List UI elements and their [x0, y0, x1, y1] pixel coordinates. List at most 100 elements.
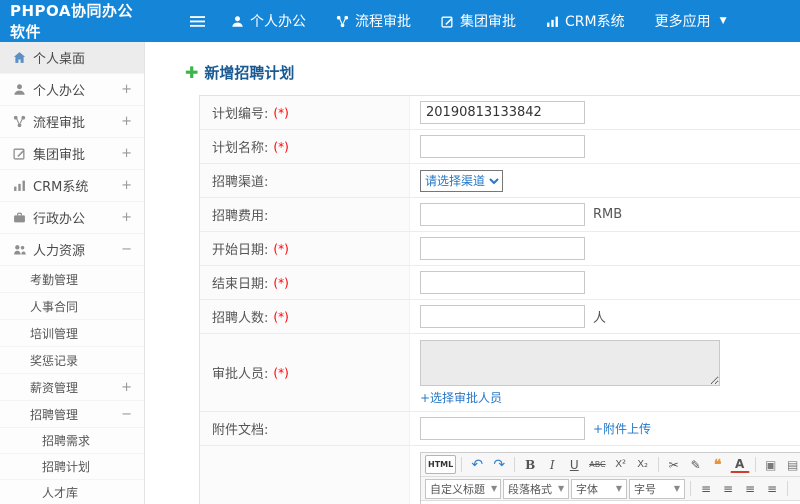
cost-input[interactable] [420, 203, 585, 226]
nav-label: 个人办公 [250, 14, 306, 30]
expand-toggle[interactable]: + [121, 380, 132, 395]
expand-toggle[interactable]: + [121, 210, 132, 225]
channel-select[interactable]: 请选择渠道 [420, 169, 503, 192]
hamburger-icon [190, 15, 205, 27]
form-row-headcount: 招聘人数: (*) 人 [200, 300, 800, 334]
font-color-button[interactable]: A [729, 456, 750, 473]
sidebar-item-label: 人才库 [42, 486, 79, 500]
table-button[interactable]: ▤ [783, 455, 800, 474]
toolbar-separator [657, 457, 659, 472]
attachment-input[interactable] [420, 417, 585, 440]
sidebar-item-recruit-demand[interactable]: 招聘需求 [0, 428, 144, 454]
select-label: 字号 [634, 482, 656, 496]
sidebar-item-label: 招聘管理 [30, 407, 79, 422]
outdent-button[interactable]: « [793, 479, 800, 498]
nav-workflow-approval[interactable]: 流程审批 [336, 11, 411, 31]
font-size-select[interactable]: 字号 ▼ [629, 478, 685, 499]
sidebar-item-personal-office[interactable]: 个人办公 + [0, 74, 144, 106]
plan-number-input[interactable] [420, 101, 585, 124]
strikethrough-button[interactable]: ABC [586, 455, 608, 474]
required-marker: (*) [273, 365, 289, 380]
sidebar-item-admin-office[interactable]: 行政办公 + [0, 202, 144, 234]
expand-toggle[interactable]: + [121, 178, 132, 193]
menu-icon[interactable] [190, 15, 205, 28]
briefcase-icon [13, 211, 26, 224]
superscript-button[interactable]: X² [611, 455, 631, 474]
select-approver-link[interactable]: +选择审批人员 [420, 389, 502, 406]
heading-style-select[interactable]: 自定义标题 ▼ [425, 478, 501, 499]
nav-group-approval[interactable]: 集团审批 [441, 11, 516, 31]
align-left-button[interactable]: ≡ [696, 479, 716, 498]
sidebar-item-group-approval[interactable]: 集团审批 + [0, 138, 144, 170]
sidebar-item-workflow-approval[interactable]: 流程审批 + [0, 106, 144, 138]
subscript-button[interactable]: X₂ [633, 455, 653, 474]
sidebar-item-recruit-management[interactable]: 招聘管理 − [0, 401, 144, 428]
expand-toggle[interactable]: + [121, 82, 132, 97]
field-value-cell: HTML ↶ ↷ B I U ABC X² X₂ ✂ ✎ ❝ A ▣ ▤ 自定义… [410, 446, 800, 504]
field-label: 招聘渠道: [212, 175, 269, 190]
home-icon [13, 51, 26, 64]
html-source-button[interactable]: HTML [425, 455, 457, 474]
nav-label: 集团审批 [460, 14, 516, 30]
rich-text-editor: HTML ↶ ↷ B I U ABC X² X₂ ✂ ✎ ❝ A ▣ ▤ 自定义… [420, 452, 800, 504]
nav-label: 更多应用 [654, 14, 711, 30]
sidebar-item-reward-punishment[interactable]: 奖惩记录 [0, 347, 144, 374]
sidebar: 个人桌面 个人办公 + 流程审批 + 集团审批 + CRM系统 + 行政办公 +… [0, 42, 145, 504]
italic-button[interactable]: I [542, 455, 562, 474]
top-navbar: PHPOA协同办公软件 个人办公 流程审批 集团审批 CRM系统 更多应用 ▼ [0, 0, 800, 42]
field-label-cell: 开始日期: (*) [200, 232, 410, 265]
nav-label: 流程审批 [355, 14, 411, 30]
sidebar-item-label: 薪资管理 [30, 380, 79, 395]
chart-icon [546, 15, 559, 28]
plan-name-input[interactable] [420, 135, 585, 158]
required-marker: (*) [273, 241, 289, 256]
sidebar-item-talent-pool[interactable]: 人才库 [0, 480, 144, 504]
nav-more-apps[interactable]: 更多应用 ▼ [655, 11, 727, 31]
approver-textarea[interactable] [420, 340, 720, 386]
nav-crm-system[interactable]: CRM系统 [546, 11, 625, 31]
underline-button[interactable]: U [564, 455, 584, 474]
font-family-select[interactable]: 字体 ▼ [571, 478, 627, 499]
sidebar-item-hr[interactable]: 人力资源 − [0, 234, 144, 266]
field-value-cell [410, 96, 800, 129]
workflow-icon [13, 115, 26, 128]
user-icon [13, 83, 26, 96]
sidebar-item-salary[interactable]: 薪资管理 + [0, 374, 144, 401]
edit-icon [13, 147, 26, 160]
start-date-input[interactable] [420, 237, 585, 260]
recruit-plan-form: 计划编号: (*) 计划名称: (*) 招聘渠道: [199, 95, 800, 504]
redo-button[interactable]: ↷ [489, 455, 509, 474]
expand-toggle[interactable]: + [121, 114, 132, 129]
cut-button[interactable]: ✂ [664, 455, 684, 474]
field-label: 招聘人数: [212, 311, 269, 326]
bold-button[interactable]: B [520, 455, 540, 474]
format-brush-button[interactable]: ✎ [686, 455, 706, 474]
form-row-attachment: 附件文档: +附件上传 [200, 412, 800, 446]
collapse-toggle[interactable]: − [121, 407, 132, 422]
sidebar-item-attendance[interactable]: 考勤管理 [0, 266, 144, 293]
align-center-button[interactable]: ≡ [718, 479, 738, 498]
form-row-approvers: 审批人员: (*) +选择审批人员 [200, 334, 800, 412]
editor-toolbar-row2: 自定义标题 ▼ 段落格式 ▼ 字体 ▼ 字号 ▼ ≡ ≡ ≡ ≡ [421, 477, 800, 501]
nav-personal-office[interactable]: 个人办公 [231, 11, 306, 31]
sidebar-item-hr-contract[interactable]: 人事合同 [0, 293, 144, 320]
undo-button[interactable]: ↶ [467, 455, 487, 474]
paragraph-format-select[interactable]: 段落格式 ▼ [503, 478, 569, 499]
field-value-cell: 人 [410, 300, 800, 333]
align-right-button[interactable]: ≡ [740, 479, 760, 498]
main-content: ✚ 新增招聘计划 计划编号: (*) 计划名称: (*) [145, 42, 800, 504]
blockquote-button[interactable]: ❝ [708, 455, 728, 474]
sidebar-item-training[interactable]: 培训管理 [0, 320, 144, 347]
align-justify-button[interactable]: ≡ [762, 479, 782, 498]
collapse-toggle[interactable]: − [121, 242, 132, 257]
sidebar-item-recruit-plan[interactable]: 招聘计划 [0, 454, 144, 480]
headcount-input[interactable] [420, 305, 585, 328]
end-date-input[interactable] [420, 271, 585, 294]
sidebar-item-crm[interactable]: CRM系统 + [0, 170, 144, 202]
field-value-cell: +附件上传 [410, 412, 800, 445]
attachment-upload-link[interactable]: +附件上传 [593, 420, 651, 437]
image-button[interactable]: ▣ [761, 455, 781, 474]
editor-toolbar-row1: HTML ↶ ↷ B I U ABC X² X₂ ✂ ✎ ❝ A ▣ ▤ [421, 453, 800, 477]
expand-toggle[interactable]: + [121, 146, 132, 161]
sidebar-item-personal-desktop[interactable]: 个人桌面 [0, 42, 144, 74]
